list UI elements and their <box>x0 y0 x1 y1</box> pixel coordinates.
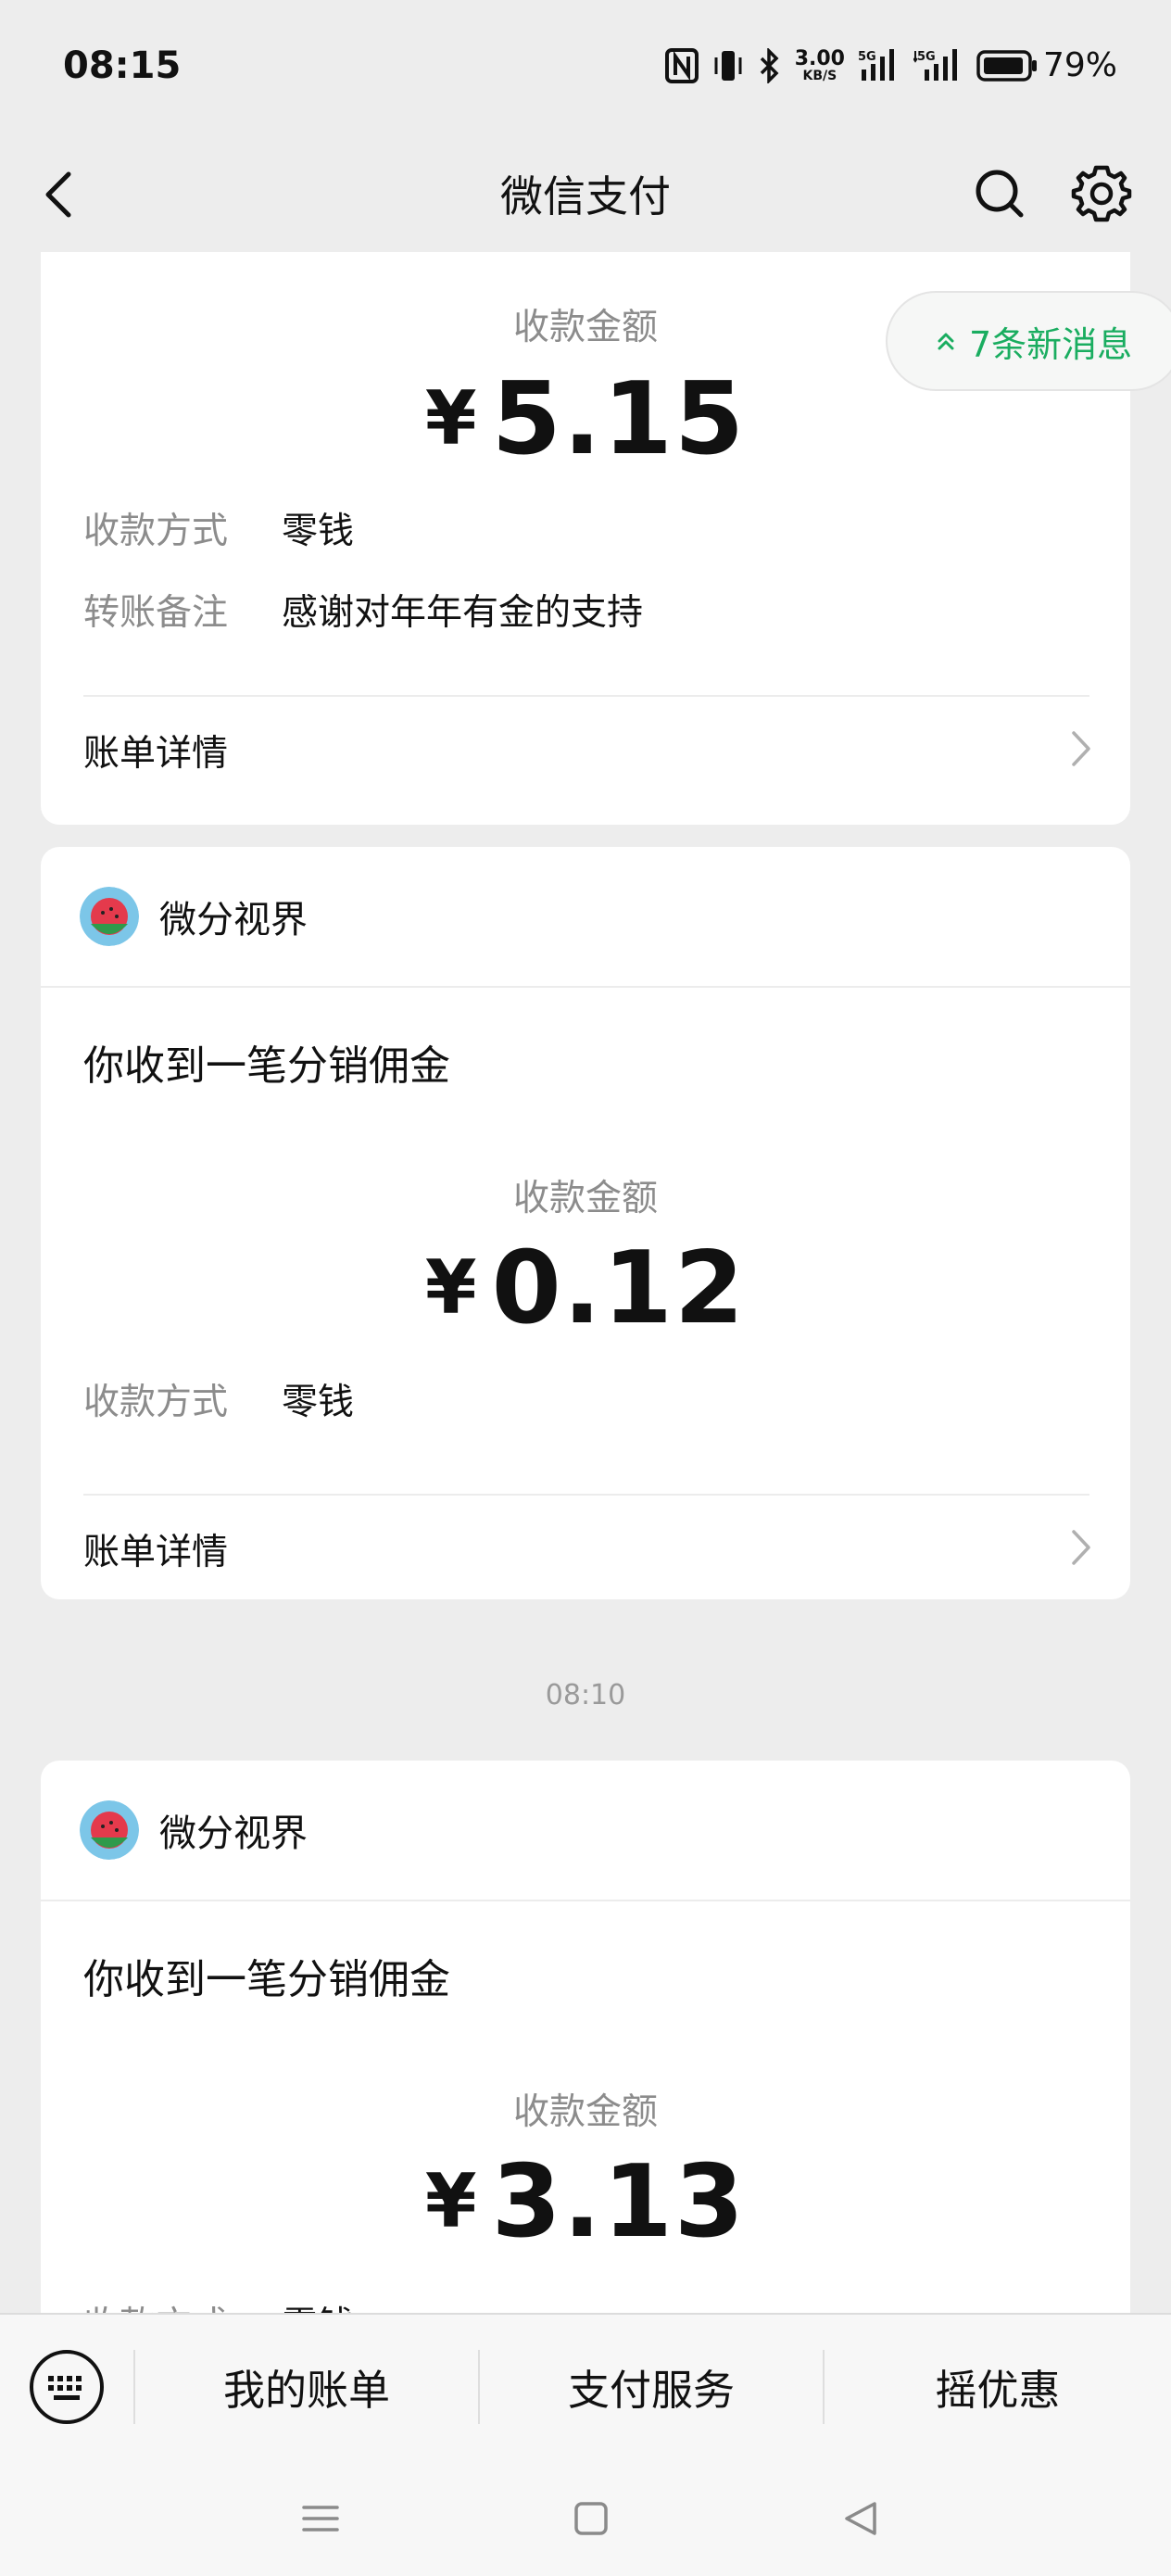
keyboard-toggle-button[interactable] <box>28 2348 106 2426</box>
watermelon-icon <box>80 887 139 946</box>
nfc-icon <box>664 47 699 83</box>
bill-details-label: 账单详情 <box>83 733 229 775</box>
amount-label: 收款金额 <box>512 2091 658 2133</box>
sender-name: 微分视界 <box>159 899 308 941</box>
amount-number: 3.13 <box>491 2144 747 2260</box>
avatar <box>80 887 139 946</box>
amount-label: 收款金额 <box>512 1178 658 1219</box>
amount-number: 0.12 <box>491 1231 747 1346</box>
payment-card: 微分视界 你收到一笔分销佣金 收款金额 ¥3.13 收款方式 零钱 <box>41 1761 1130 2313</box>
info-row: 收款方式 零钱 <box>83 1373 354 1425</box>
gear-icon <box>1071 165 1132 222</box>
search-icon <box>976 170 1024 218</box>
sender-name: 微分视界 <box>159 1812 308 1855</box>
double-chevron-up-icon <box>938 333 954 350</box>
status-bar: 08:15 3.00 KB/S 5G 5G 79% <box>0 0 1171 139</box>
currency-symbol: ¥ <box>424 2158 479 2244</box>
card-header[interactable]: 微分视界 <box>41 1761 1130 1901</box>
amount-number: 5.15 <box>491 361 747 477</box>
new-messages-button[interactable]: 7条新消息 <box>886 291 1171 391</box>
menu-icon[interactable] <box>293 2493 348 2544</box>
chevron-right-icon <box>1072 1530 1090 1565</box>
bottom-menu: 我的账单 支付服务 摇优惠 <box>0 2313 1171 2457</box>
row-value: 感谢对年年有金的支持 <box>282 592 644 634</box>
row-value: 零钱 <box>282 1382 355 1423</box>
vibrate-icon <box>711 48 745 83</box>
net-speed: 3.00 KB/S <box>794 46 845 83</box>
menu-payment-services[interactable]: 支付服务 <box>480 2315 823 2457</box>
message-title: 你收到一笔分销佣金 <box>83 1042 450 1090</box>
battery-indicator: 79% <box>976 46 1117 84</box>
status-time: 08:15 <box>63 44 182 87</box>
signal-icon-2: 5G <box>913 47 963 84</box>
bill-details-link[interactable]: 账单详情 <box>41 697 1130 799</box>
row-value: 零钱 <box>282 2296 354 2313</box>
info-row: 转账备注 感谢对年年有金的支持 <box>83 584 643 636</box>
bluetooth-icon <box>758 47 782 83</box>
battery-percent: 79% <box>1042 46 1117 84</box>
row-key: 转账备注 <box>83 592 229 634</box>
bill-details-label: 账单详情 <box>83 1532 229 1573</box>
watermelon-icon <box>80 1800 139 1860</box>
back-triangle-icon[interactable] <box>834 2493 889 2544</box>
row-value: 零钱 <box>282 511 355 552</box>
home-icon[interactable] <box>563 2493 619 2544</box>
info-row: 收款方式 零钱 <box>83 502 354 554</box>
amount-value: ¥0.12 <box>41 1231 1130 1346</box>
payment-card: 微分视界 你收到一笔分销佣金 收款金额 ¥0.12 收款方式 零钱 账单详情 <box>41 847 1130 1599</box>
avatar <box>80 1800 139 1860</box>
amount-value: ¥3.13 <box>41 2144 1130 2260</box>
menu-shake-deals[interactable]: 摇优惠 <box>825 2315 1171 2457</box>
signal-icon: 5G <box>858 47 900 84</box>
card-header[interactable]: 微分视界 <box>41 847 1130 988</box>
row-key: 收款方式 <box>83 511 229 552</box>
search-button[interactable] <box>969 159 1030 224</box>
info-row: 收款方式 零钱 <box>83 2296 354 2313</box>
message-title: 你收到一笔分销佣金 <box>83 1956 450 2003</box>
navigation-bar: 微信支付 <box>0 139 1171 252</box>
bill-details-link[interactable]: 账单详情 <box>41 1496 1130 1597</box>
network-label-2: 5G <box>917 50 936 64</box>
new-messages-label: 7条新消息 <box>969 323 1133 365</box>
chevron-right-icon <box>1072 731 1090 766</box>
menu-my-bills[interactable]: 我的账单 <box>135 2315 478 2457</box>
system-navigation-bar <box>0 2456 1171 2576</box>
row-key: 收款方式 <box>83 1382 229 1423</box>
settings-button[interactable] <box>1069 159 1134 224</box>
currency-symbol: ¥ <box>424 1244 479 1331</box>
message-timestamp: 08:10 <box>545 1679 626 1711</box>
currency-symbol: ¥ <box>424 375 479 461</box>
battery-icon <box>976 49 1037 82</box>
status-icons: 3.00 KB/S 5G 5G 79% <box>664 46 1117 84</box>
network-label-1: 5G <box>858 50 876 64</box>
row-key: 收款方式 <box>83 2296 282 2313</box>
keyboard-icon <box>30 2350 104 2424</box>
message-list[interactable]: 收款金额 ¥5.15 收款方式 零钱 转账备注 感谢对年年有金的支持 账单详情 <box>0 252 1171 2313</box>
